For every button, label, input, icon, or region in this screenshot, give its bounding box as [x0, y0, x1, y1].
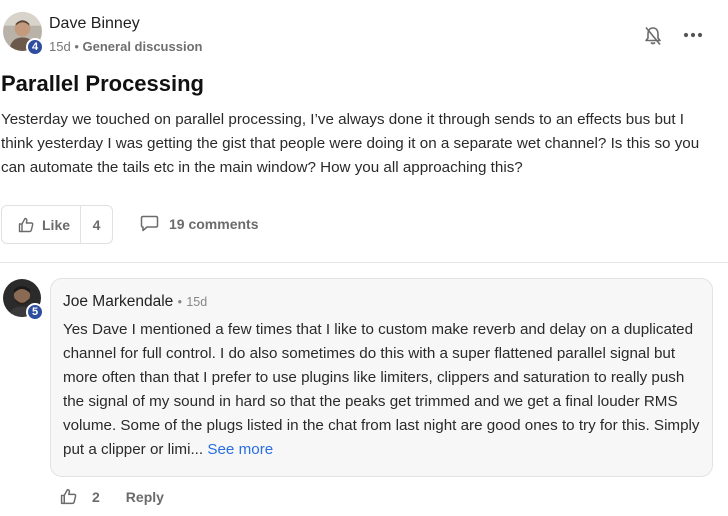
comment-text: Yes Dave I mentioned a few times that I …: [63, 318, 703, 462]
comment-age: 15d: [186, 295, 208, 309]
commenter-level-badge: 5: [26, 303, 44, 321]
like-count[interactable]: 4: [81, 217, 112, 233]
like-label: Like: [42, 216, 71, 233]
more-horizontal-icon: [683, 32, 703, 38]
like-button[interactable]: Like: [2, 217, 80, 233]
comment-bubble-icon: [140, 215, 159, 232]
reply-button[interactable]: Reply: [126, 489, 164, 505]
author-level-badge: 4: [26, 38, 44, 56]
bell-off-icon: [645, 26, 661, 46]
comment-like-button[interactable]: [60, 488, 77, 505]
see-more-link[interactable]: See more: [207, 441, 273, 458]
comment-body: Yes Dave I mentioned a few times that I …: [63, 321, 700, 458]
comments-count-label: 19 comments: [169, 215, 259, 232]
thumbs-up-icon: [18, 217, 34, 232]
post-like-control: Like 4: [1, 205, 113, 244]
comment-header: Joe Markendale • 15d: [63, 293, 207, 311]
meta-separator: •: [74, 39, 79, 54]
comments-button[interactable]: 19 comments: [140, 215, 258, 232]
comment-like-count[interactable]: 2: [92, 489, 100, 505]
post-age: 15d: [49, 39, 71, 54]
comment-actions: 2 Reply: [60, 488, 164, 505]
section-divider: [0, 262, 728, 263]
comment-bubble: Joe Markendale • 15d Yes Dave I mentione…: [50, 278, 713, 477]
comment-author-name[interactable]: Joe Markendale: [63, 293, 173, 310]
thumbs-up-icon: [60, 488, 77, 505]
post-title: Parallel Processing: [1, 71, 204, 96]
comment-meta-separator: •: [177, 295, 182, 309]
post-meta: 15d • General discussion: [49, 39, 202, 54]
post-body: Yesterday we touched on parallel process…: [1, 111, 700, 176]
notifications-toggle-button[interactable]: [642, 25, 664, 47]
post-options-button[interactable]: [681, 25, 705, 45]
post-category[interactable]: General discussion: [83, 39, 203, 54]
post-author-name[interactable]: Dave Binney: [49, 15, 140, 33]
